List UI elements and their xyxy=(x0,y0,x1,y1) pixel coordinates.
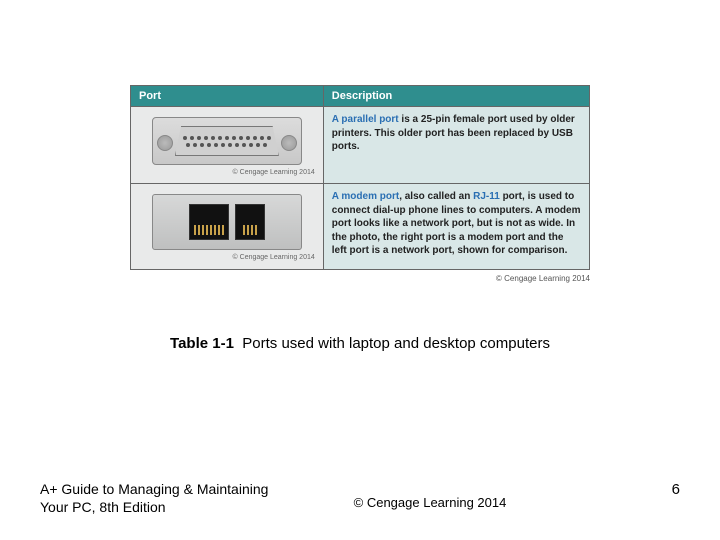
rj11-icon xyxy=(235,204,265,240)
port-image-parallel: © Cengage Learning 2014 xyxy=(131,107,324,184)
figure-credit: © Cengage Learning 2014 xyxy=(130,274,590,283)
description-parallel: A parallel port is a 25-pin female port … xyxy=(323,107,589,184)
footer-copyright: © Cengage Learning 2014 xyxy=(0,495,720,510)
image-credit: © Cengage Learning 2014 xyxy=(139,253,315,262)
rj45-icon xyxy=(189,204,229,240)
col-header-description: Description xyxy=(323,86,589,107)
ports-figure: Port Description © Cengage Learning 2014… xyxy=(130,85,590,283)
description-modem: A modem port, also called an RJ-11 port,… xyxy=(323,184,589,269)
port-image-modem: © Cengage Learning 2014 xyxy=(131,184,324,269)
col-header-port: Port xyxy=(131,86,324,107)
page-number: 6 xyxy=(672,481,680,498)
figure-caption: Table 1-1 Ports used with laptop and des… xyxy=(0,335,720,352)
modem-port-icon xyxy=(152,194,302,250)
term-parallel: A parallel port xyxy=(332,114,399,125)
table-row: © Cengage Learning 2014 A modem port, al… xyxy=(131,184,590,269)
term-modem: A modem port xyxy=(332,191,399,202)
parallel-port-icon xyxy=(152,117,302,165)
caption-text: Ports used with laptop and desktop compu… xyxy=(242,335,550,352)
ports-table: Port Description © Cengage Learning 2014… xyxy=(130,85,590,270)
desc-text: , also called an xyxy=(399,191,473,202)
term-rj11: RJ-11 xyxy=(473,191,500,202)
image-credit: © Cengage Learning 2014 xyxy=(139,168,315,177)
caption-label: Table 1-1 xyxy=(170,335,234,352)
table-row: © Cengage Learning 2014 A parallel port … xyxy=(131,107,590,184)
